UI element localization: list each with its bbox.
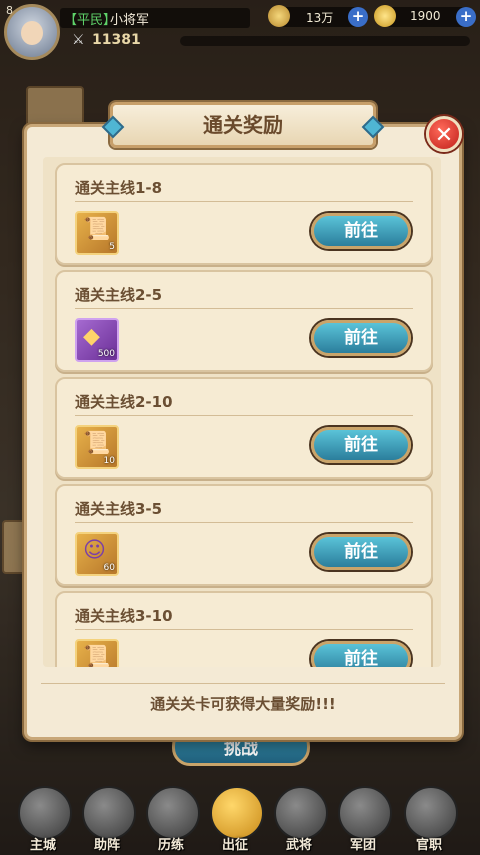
- bottom-nav: 主城 助阵 历练 出征 武将 军团 官职: [0, 782, 480, 855]
- official-icon: [404, 786, 458, 840]
- quest-card: 通关主线2-10 📜 10 前往: [55, 377, 433, 479]
- quest-card: 通关主线3-5 ☺ 60 前往: [55, 484, 433, 586]
- nav-label: 武将: [285, 838, 312, 853]
- quest-title: 通关主线3-5: [75, 500, 163, 518]
- add-gold-button[interactable]: +: [456, 7, 476, 27]
- reward-item-scroll[interactable]: 📜 10: [75, 425, 119, 469]
- crossed-swords-icon: ⚔: [72, 32, 85, 48]
- gold-value: 1900: [410, 9, 441, 23]
- gold-ingot-icon: ◆: [83, 324, 100, 349]
- hero-portrait-icon: ☺: [83, 538, 106, 563]
- quest-title: 通关主线2-10: [75, 393, 173, 411]
- modal-title: 通关奖励: [203, 113, 283, 137]
- item-count: 500: [97, 349, 115, 359]
- quest-title: 通关主线2-5: [75, 286, 163, 304]
- reward-item-scroll[interactable]: 📜: [75, 639, 119, 667]
- reward-modal: 通关主线1-8 📜 5 前往 通关主线2-5 ◆ 500 前往 通关主线2-10…: [24, 124, 462, 740]
- helmet-icon: [274, 786, 328, 840]
- nav-label: 军团: [349, 838, 376, 853]
- divider: [41, 683, 445, 684]
- nav-item-support[interactable]: 助阵: [78, 782, 136, 855]
- reward-item-hero-card[interactable]: ☺ 60: [75, 532, 119, 576]
- nav-item-official[interactable]: 官职: [400, 782, 458, 855]
- player-power: 11381: [92, 32, 141, 48]
- reward-item-gold-ingot[interactable]: ◆ 500: [75, 318, 119, 362]
- nav-label: 助阵: [93, 838, 120, 853]
- army-icon: [338, 786, 392, 840]
- scroll-icon: 📜: [83, 217, 111, 242]
- scroll-icon: 📜: [83, 645, 111, 667]
- nav-label: 历练: [157, 838, 184, 853]
- nav-label: 出征: [221, 838, 248, 853]
- quest-card: 通关主线2-5 ◆ 500 前往: [55, 270, 433, 372]
- quest-card: 通关主线3-10 📜 前往: [55, 591, 433, 667]
- player-name: 小将军: [110, 13, 150, 28]
- modal-footer-text: 通关关卡可获得大量奖励!!!: [150, 695, 336, 713]
- close-button[interactable]: ✕: [426, 116, 462, 152]
- go-button[interactable]: 前往: [311, 213, 411, 249]
- divider: [75, 415, 413, 416]
- nav-label: 官职: [415, 838, 442, 853]
- nav-item-training[interactable]: 历练: [142, 782, 200, 855]
- scroll-icon: 📜: [83, 431, 111, 456]
- go-button[interactable]: 前往: [311, 641, 411, 667]
- item-count: 60: [103, 563, 115, 573]
- go-button[interactable]: 前往: [311, 320, 411, 356]
- reward-item-scroll[interactable]: 📜 5: [75, 211, 119, 255]
- add-copper-button[interactable]: +: [348, 7, 368, 27]
- nav-item-expedition[interactable]: 出征: [206, 782, 264, 855]
- divider: [75, 522, 413, 523]
- quest-title: 通关主线3-10: [75, 607, 173, 625]
- shield-icon: [82, 786, 136, 840]
- copper-coin-icon: [268, 5, 290, 27]
- top-bar: 8 【平民】 小将军 ⚔ 11381 13万 + 1900 +: [0, 0, 480, 64]
- quest-title: 通关主线1-8: [75, 179, 163, 197]
- item-count: 10: [103, 456, 115, 466]
- divider: [75, 308, 413, 309]
- castle-icon: [18, 786, 72, 840]
- item-count: 5: [109, 242, 115, 252]
- modal-title-plate: 通关奖励: [101, 102, 385, 148]
- armor-icon: [146, 786, 200, 840]
- nav-item-legion[interactable]: 军团: [334, 782, 392, 855]
- war-icon: [210, 786, 264, 840]
- player-rank: 【平民】: [64, 13, 117, 28]
- quest-card: 通关主线1-8 📜 5 前往: [55, 163, 433, 265]
- gold-ingot-icon: [374, 5, 396, 27]
- copper-value: 13万: [306, 11, 334, 25]
- divider: [75, 629, 413, 630]
- nav-item-generals[interactable]: 武将: [270, 782, 328, 855]
- avatar-face-icon: [21, 21, 43, 45]
- exp-bar: [180, 36, 470, 46]
- nav-label: 主城: [29, 838, 56, 853]
- go-button[interactable]: 前往: [311, 427, 411, 463]
- quest-list: 通关主线1-8 📜 5 前往 通关主线2-5 ◆ 500 前往 通关主线2-10…: [43, 157, 441, 667]
- divider: [75, 201, 413, 202]
- player-level: 8: [6, 4, 13, 17]
- nav-item-main-city[interactable]: 主城: [14, 782, 72, 855]
- go-button[interactable]: 前往: [311, 534, 411, 570]
